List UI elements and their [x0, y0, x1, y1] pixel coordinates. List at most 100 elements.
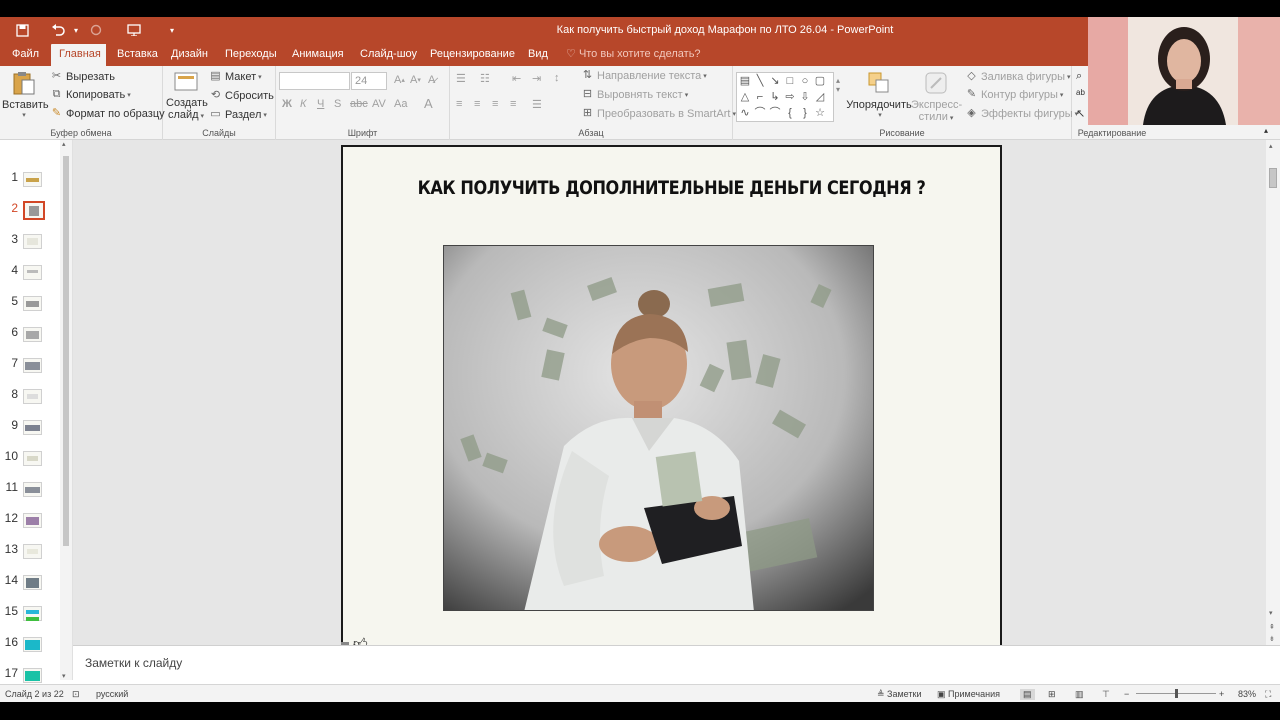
zoom-level[interactable]: 83% — [1238, 689, 1256, 699]
spellcheck-icon[interactable]: ⊡ — [72, 689, 80, 700]
slide-thumbnail-6[interactable] — [23, 327, 42, 342]
new-slide-dropdown-icon[interactable]: ▾ — [201, 113, 205, 120]
tab-file[interactable]: Файл — [4, 44, 47, 66]
down-arrow-shape-icon[interactable]: ⇩ — [798, 90, 812, 104]
zoom-slider-thumb[interactable] — [1174, 689, 1178, 698]
select-icon[interactable]: ↖ — [1076, 107, 1085, 120]
char-spacing-icon[interactable]: AV — [372, 98, 386, 110]
tab-view[interactable]: Вид — [520, 44, 556, 66]
slide-thumbnail-8[interactable] — [23, 389, 42, 404]
slide-thumbnail-11[interactable] — [23, 482, 42, 497]
slide-thumbnail-14[interactable] — [23, 575, 42, 590]
slide-title[interactable]: КАК ПОЛУЧИТЬ ДОПОЛНИТЕЛЬНЫЕ ДЕНЬГИ СЕГОД… — [392, 177, 950, 199]
slide-thumbnail-7[interactable] — [23, 358, 42, 373]
change-case-icon[interactable]: Aa — [394, 98, 407, 110]
slide-thumbnail-15[interactable] — [23, 606, 42, 621]
paste-dropdown-icon[interactable]: ▾ — [2, 111, 46, 119]
language-indicator[interactable]: русский — [96, 689, 128, 699]
curve-shape-icon[interactable]: ∿ — [738, 106, 752, 120]
tab-home[interactable]: Главная — [51, 44, 106, 66]
quick-styles-button[interactable]: Экспресс- стили ▾ — [911, 70, 962, 123]
align-center-icon[interactable]: ≡ — [474, 98, 480, 110]
numbering-icon[interactable]: ☷ — [480, 72, 490, 85]
rectangle-shape-icon[interactable]: □ — [783, 74, 797, 88]
find-icon[interactable]: ⌕ — [1076, 70, 1082, 83]
rounded-rect-shape-icon[interactable]: ▢ — [813, 74, 827, 88]
copy-dropdown-icon[interactable]: ▾ — [127, 91, 131, 99]
shape-effects-button[interactable]: ◈ Эффекты фигуры ▾ — [965, 107, 1078, 120]
left-brace-shape-icon[interactable]: { — [783, 106, 797, 120]
paste-button[interactable]: Вставить ▾ — [2, 70, 49, 119]
align-right-icon[interactable]: ≡ — [492, 98, 498, 110]
bold-button[interactable]: Ж — [282, 98, 292, 110]
reading-view-icon[interactable]: ▥ — [1075, 689, 1084, 700]
scroll-up-icon[interactable]: ▴ — [62, 140, 66, 148]
textbox-shape-icon[interactable]: ▤ — [738, 74, 752, 88]
triangle-shape-icon[interactable]: △ — [738, 90, 752, 104]
slide-photo-woman-with-money[interactable] — [443, 245, 874, 611]
tell-me-search[interactable]: ♡ Что вы хотите сделать? — [558, 44, 709, 66]
slide-thumbnail-1[interactable] — [23, 172, 42, 187]
tab-review[interactable]: Рецензирование — [422, 44, 523, 66]
strikethrough-button[interactable]: abc — [350, 98, 368, 110]
scroll-down-icon[interactable]: ▾ — [1269, 609, 1273, 617]
next-slide-icon[interactable]: ⇟ — [1269, 635, 1275, 643]
slide-sorter-view-icon[interactable]: ⊞ — [1048, 689, 1056, 700]
collapse-ribbon-icon[interactable]: ▴ — [1264, 126, 1268, 135]
increase-indent-icon[interactable]: ⇥ — [532, 72, 541, 85]
align-left-icon[interactable]: ≡ — [456, 98, 462, 110]
tab-design[interactable]: Дизайн — [163, 44, 216, 66]
underline-button[interactable]: Ч — [317, 98, 324, 110]
shape-fill-button[interactable]: ◇ Заливка фигуры ▾ — [965, 70, 1070, 83]
font-color-icon[interactable]: A — [424, 96, 433, 111]
tab-insert[interactable]: Вставка — [109, 44, 166, 66]
reset-button[interactable]: ⟲ Сбросить — [209, 89, 274, 102]
star-shape-icon[interactable]: ☆ — [813, 106, 827, 120]
zoom-in-icon[interactable]: + — [1219, 689, 1224, 699]
replace-icon[interactable]: ab — [1076, 88, 1085, 97]
arrow-line-shape-icon[interactable]: ↘ — [768, 74, 782, 88]
clear-formatting-icon[interactable]: A̷ — [428, 74, 435, 86]
line-shape-icon[interactable]: ╲ — [753, 74, 767, 88]
arc-shape-icon[interactable]: ⌒ — [753, 106, 767, 120]
smartart-button[interactable]: ⊞ Преобразовать в SmartArt ▾ — [581, 107, 736, 120]
previous-slide-icon[interactable]: ⇞ — [1269, 623, 1275, 631]
oval-shape-icon[interactable]: ○ — [798, 74, 812, 88]
shapes-gallery-more-icon[interactable]: ▴ ▾ — [836, 76, 840, 94]
arrange-button[interactable]: Упорядочить ▾ — [846, 70, 912, 119]
current-slide[interactable]: КАК ПОЛУЧИТЬ ДОПОЛНИТЕЛЬНЫЕ ДЕНЬГИ СЕГОД… — [341, 145, 1002, 645]
cut-button[interactable]: ✂ Вырезать — [50, 70, 115, 83]
slide-thumbnail-4[interactable] — [23, 265, 42, 280]
bullets-icon[interactable]: ☰ — [456, 72, 466, 85]
section-button[interactable]: ▭ Раздел ▾ — [209, 108, 267, 121]
slide-thumbnail-5[interactable] — [23, 296, 42, 311]
slide-thumbnail-17[interactable] — [23, 668, 42, 683]
justify-icon[interactable]: ≡ — [510, 98, 516, 110]
scroll-down-icon[interactable]: ▾ — [62, 672, 66, 680]
slide-scroll-handle[interactable] — [1269, 168, 1277, 188]
thumbnails-scrollbar[interactable]: ▴ ▾ — [60, 140, 72, 680]
shapes-gallery[interactable]: ▤ ╲ ↘ □ ○ ▢ △ ⌐ ↳ ⇨ ⇩ ◿ ∿ ⌒ ⌒ { } ☆ — [736, 72, 834, 122]
tab-slideshow[interactable]: Слайд-шоу — [352, 44, 425, 66]
zoom-out-icon[interactable]: − — [1124, 689, 1129, 699]
slide-thumbnail-2[interactable] — [23, 201, 45, 220]
shape-outline-button[interactable]: ✎ Контур фигуры ▾ — [965, 88, 1064, 101]
notes-toggle-button[interactable]: ≜ Заметки — [877, 689, 921, 700]
italic-button[interactable]: К — [300, 98, 306, 110]
increase-font-size-button[interactable]: A ▴ — [394, 74, 405, 86]
shadow-button[interactable]: S — [334, 98, 341, 110]
elbow-arrow-icon[interactable]: ↳ — [768, 90, 782, 104]
decrease-font-size-button[interactable]: A ▾ — [410, 74, 421, 86]
format-painter-button[interactable]: ✎ Формат по образцу — [50, 107, 165, 120]
slide-thumbnail-12[interactable] — [23, 513, 42, 528]
layout-button[interactable]: ▤ Макет ▾ — [209, 70, 261, 83]
slide-thumbnail-16[interactable] — [23, 637, 42, 652]
copy-button[interactable]: ⧉ Копировать ▾ — [50, 88, 131, 101]
zoom-slider[interactable] — [1136, 689, 1216, 698]
line-spacing-icon[interactable]: ↕ — [554, 72, 560, 84]
scroll-up-icon[interactable]: ▴ — [1269, 142, 1273, 150]
tab-transitions[interactable]: Переходы — [217, 44, 285, 66]
slide-scrollbar[interactable]: ▴ ▾ ⇞ ⇟ — [1266, 140, 1280, 645]
callout-shape-icon[interactable]: ◿ — [813, 90, 827, 104]
tab-animations[interactable]: Анимация — [284, 44, 352, 66]
